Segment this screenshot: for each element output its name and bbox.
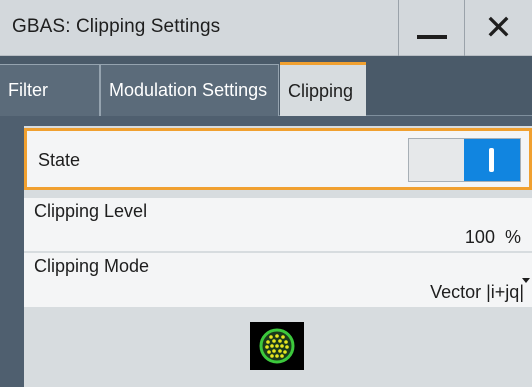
title-bar: GBAS: Clipping Settings ✕ — [0, 0, 532, 56]
tab-clipping-label: Clipping — [288, 80, 354, 101]
clipping-mode-dropdown[interactable]: Clipping Mode Vector |i+jq| — [24, 253, 532, 307]
constellation-diagram-icon — [259, 328, 295, 364]
dropdown-arrow-icon — [522, 278, 530, 283]
clipping-level-field[interactable]: Clipping Level 100 % — [24, 198, 532, 251]
clipping-mode-value: Vector |i+jq| — [430, 282, 524, 302]
tab-strip: Filter Modulation Settings Clipping — [0, 56, 532, 117]
clipping-level-number: 100 — [464, 227, 495, 247]
clipping-panel: State Clipping Level 100 % Clipping Mode… — [0, 116, 532, 387]
tab-modulation-settings-label: Modulation Settings — [109, 80, 268, 100]
clipping-level-unit: % — [504, 227, 521, 247]
clipping-mode-label: Clipping Mode — [34, 256, 150, 276]
clipping-level-value[interactable]: 100 % — [465, 227, 521, 248]
tab-clipping[interactable]: Clipping — [280, 62, 366, 117]
state-label: State — [38, 150, 81, 170]
clipping-level-label: Clipping Level — [34, 201, 148, 221]
minimize-button[interactable] — [398, 0, 464, 56]
minimize-icon — [416, 35, 447, 39]
tab-filter-label: Filter — [8, 80, 48, 100]
window-title: GBAS: Clipping Settings — [12, 16, 221, 37]
toggle-knob — [489, 148, 494, 172]
toggle-on-indicator — [464, 139, 520, 181]
state-toggle[interactable] — [408, 138, 521, 182]
state-row[interactable]: State — [24, 128, 532, 190]
tab-filter[interactable]: Filter — [0, 64, 100, 116]
tab-modulation-settings[interactable]: Modulation Settings — [100, 64, 279, 116]
constellation-button[interactable] — [250, 322, 304, 370]
close-icon: ✕ — [484, 8, 513, 48]
close-button[interactable]: ✕ — [464, 0, 532, 56]
